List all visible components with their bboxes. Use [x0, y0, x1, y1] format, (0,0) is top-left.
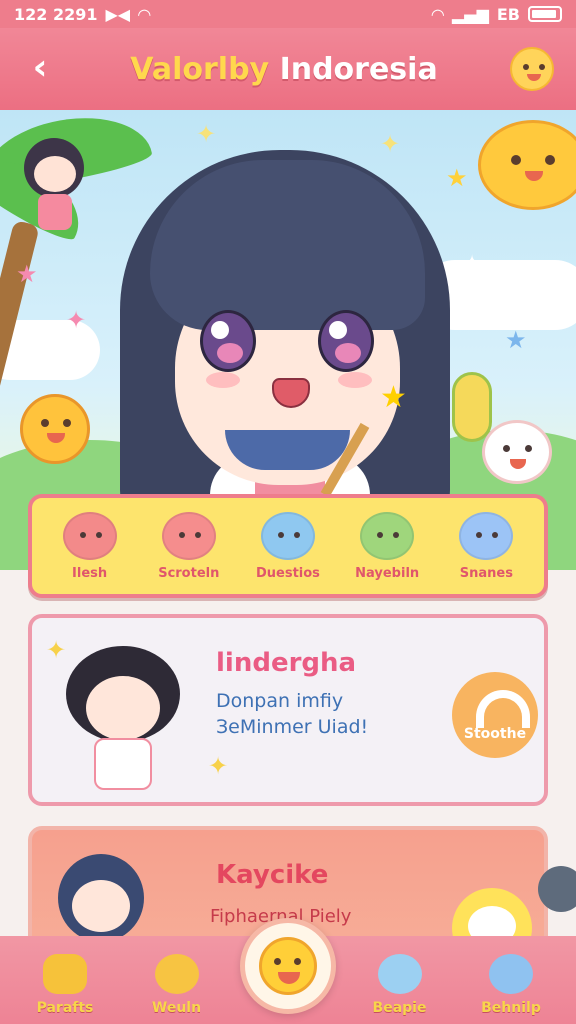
nav-label: Beapie [372, 1000, 427, 1016]
page-title: Valorlby Indoresia [130, 52, 437, 87]
status-right: ◠ ▂▄▆ ЕВ [432, 5, 562, 24]
nav-label: Weuln [151, 1000, 202, 1016]
sun-mascot-icon[interactable] [509, 47, 554, 91]
title-part-2: Indoresia [279, 51, 438, 87]
category-item[interactable]: Scroteln [143, 511, 235, 581]
bird-icon [377, 954, 422, 994]
star-icon: ★ [505, 326, 527, 354]
star-icon: ✦ [208, 752, 229, 780]
signal-icon: ▂▄▆ [451, 4, 489, 24]
category-label: Ilesh [72, 565, 108, 581]
nav-label: Behnilp [481, 1000, 541, 1016]
category-label: Scroteln [158, 565, 220, 581]
nav-item[interactable]: Weuln [130, 954, 224, 1016]
status-time: 122 2291 [14, 4, 98, 24]
character-eye [318, 310, 374, 372]
star-icon: ✦ [66, 306, 87, 334]
pink-blob-icon [161, 511, 216, 560]
status-left: 122 2291 ▶◀ ◠ [14, 5, 150, 24]
title-part-1: Valorlby [130, 51, 270, 87]
app-bar: ‹ Valorlby Indoresia [0, 28, 576, 110]
card-subtitle: ЗеMinmer Uiad! [216, 716, 369, 738]
chick-icon [154, 954, 199, 994]
card-subtitle: Donpan imfiy [216, 690, 344, 712]
category-item[interactable]: Duestios [242, 511, 334, 581]
category-strip: Ilesh Scroteln Duestios Nayebiln Snanes [28, 494, 548, 598]
star-icon: ★ [446, 164, 468, 192]
character-blush [338, 372, 372, 388]
character-bangs [150, 160, 425, 330]
category-item[interactable]: Nayebiln [341, 511, 433, 581]
yellow-mascot-sticker [20, 394, 90, 464]
status-bar: 122 2291 ▶◀ ◠ ◠ ▂▄▆ ЕВ [0, 0, 576, 28]
card-title: Kaycike [216, 860, 329, 890]
blue-bear-icon [260, 511, 315, 560]
blue-star-icon [459, 511, 514, 560]
blue-bear-icon [489, 954, 533, 994]
center-action-button[interactable] [240, 918, 336, 1014]
chevron-left-icon: ‹ [32, 47, 48, 88]
wand-star-icon: ★ [380, 380, 407, 415]
network-label: ЕВ [496, 4, 520, 24]
nav-item[interactable]: Beapie [353, 954, 447, 1016]
sushi-icon [62, 511, 117, 560]
star-icon: ✦ [380, 130, 401, 158]
star-icon: ✦ [462, 250, 483, 278]
category-item[interactable]: Ilesh [44, 511, 136, 581]
card-action-button[interactable]: Stoothe [452, 672, 538, 758]
nav-item[interactable]: Behnilp [464, 954, 558, 1016]
category-label: Snanes [459, 565, 513, 581]
feature-card[interactable]: ✦ ✦ lindergha Donpan imfiy ЗеMinmer Uiad… [28, 614, 548, 806]
green-bear-icon [360, 511, 415, 560]
character-eye [200, 310, 256, 372]
back-button[interactable]: ‹ [22, 50, 58, 87]
category-label: Duestios [255, 565, 320, 581]
house-icon [43, 954, 87, 994]
sun-mascot-sticker [478, 120, 576, 210]
nav-item[interactable]: Parafts [18, 954, 112, 1016]
card-character [58, 646, 188, 796]
card-title: lindergha [216, 648, 357, 678]
card-action-label: Stoothe [463, 726, 527, 742]
star-icon: ✦ [196, 120, 217, 148]
mini-girl-sticker [24, 138, 86, 238]
category-label: Nayebiln [355, 565, 420, 581]
category-item[interactable]: Snanes [440, 511, 532, 581]
smiley-icon [259, 937, 317, 995]
star-icon: ★ [16, 260, 38, 288]
nfc-icon: ▶◀ [105, 4, 131, 24]
character-blush [206, 372, 240, 388]
wifi-status-icon: ◠ [431, 4, 444, 24]
battery-icon [528, 6, 562, 22]
cat-sticker [538, 866, 576, 912]
corn-sticker [452, 372, 492, 442]
nav-label: Parafts [36, 1000, 94, 1016]
wifi-icon: ◠ [138, 4, 151, 24]
bear-sticker [482, 420, 552, 484]
